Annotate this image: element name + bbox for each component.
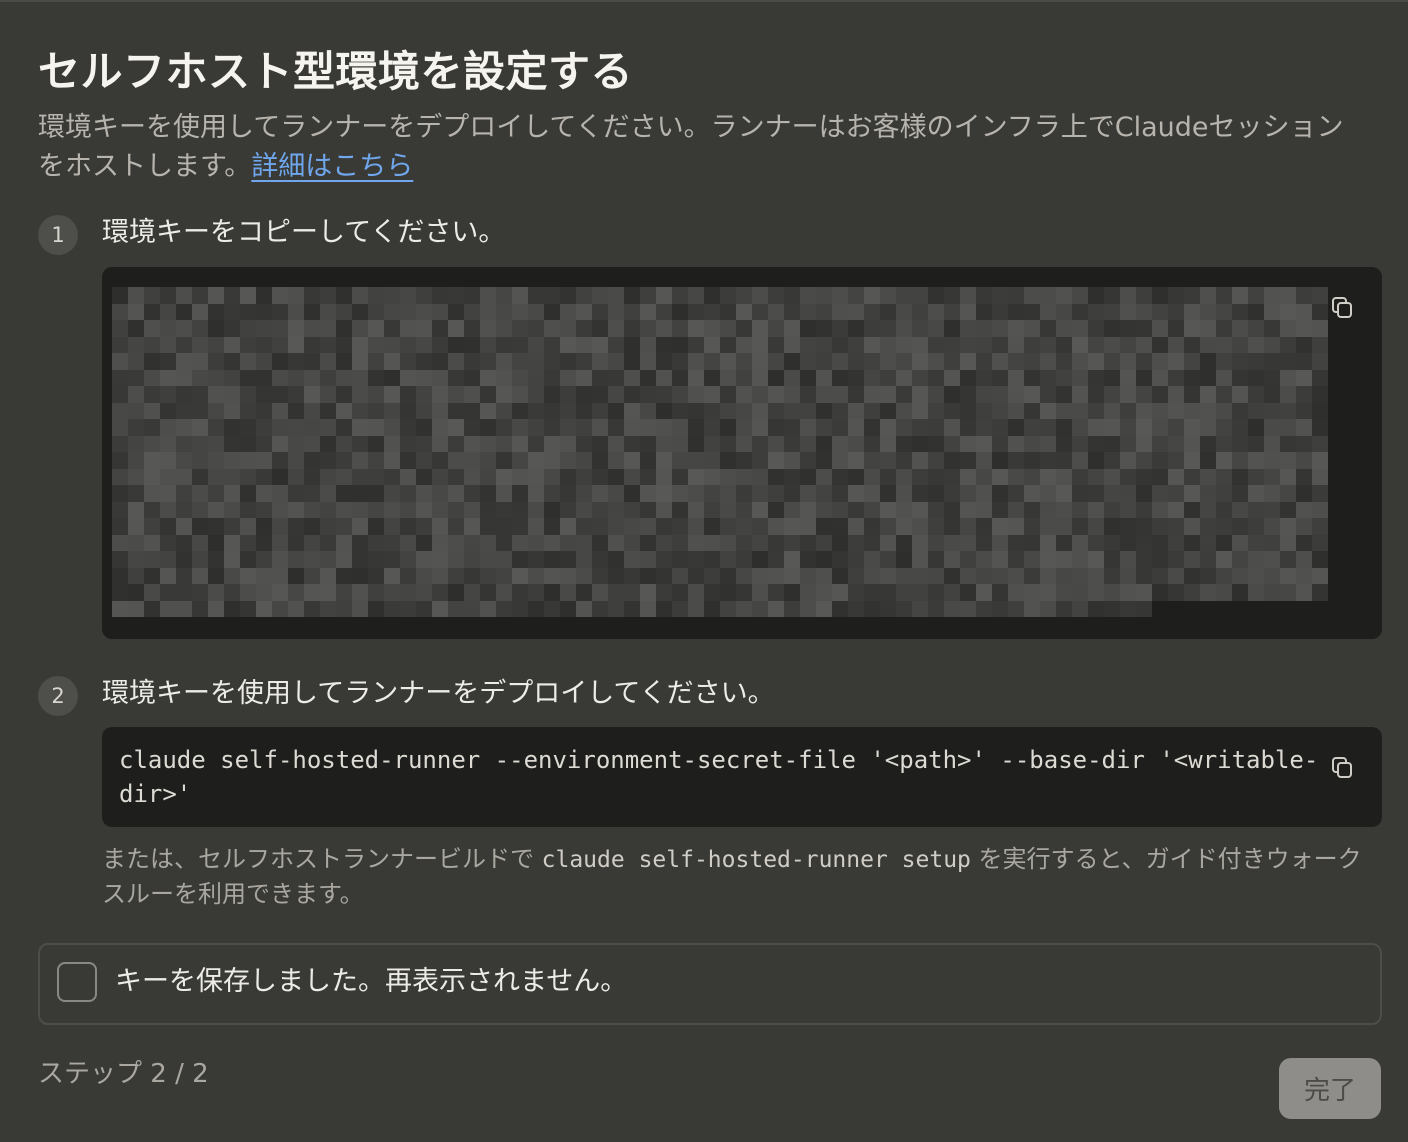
runner-command: claude self-hosted-runner --environment-… (119, 746, 1319, 808)
key-saved-label: キーを保存しました。再表示されません。 (115, 966, 628, 997)
environment-key-redacted (112, 287, 1328, 617)
description-text: 環境キーを使用してランナーをデプロイしてください。ランナーはお客様のインフラ上で… (38, 112, 1344, 182)
setup-dialog: セルフホスト型環境を設定する 環境キーを使用してランナーをデプロイしてください。… (0, 0, 1408, 1142)
learn-more-link[interactable]: 詳細はこちら (251, 151, 413, 182)
environment-key-box (102, 267, 1382, 639)
step-counter: ステップ 2 / 2 (38, 1059, 209, 1089)
key-saved-checkbox[interactable] (57, 962, 97, 1002)
copy-key-icon[interactable] (1330, 295, 1356, 321)
done-button[interactable]: 完了 (1279, 1058, 1381, 1119)
step-number-2: 2 (38, 676, 78, 716)
dialog-title: セルフホスト型環境を設定する (38, 47, 634, 96)
copy-command-icon[interactable] (1330, 755, 1356, 781)
command-box: claude self-hosted-runner --environment-… (102, 727, 1382, 827)
step-label-1: 環境キーをコピーしてください。 (102, 217, 506, 248)
dialog-description: 環境キーを使用してランナーをデプロイしてください。ランナーはお客様のインフラ上で… (38, 108, 1368, 186)
setup-command: claude self-hosted-runner setup (541, 847, 971, 873)
step-number-1: 1 (38, 215, 78, 255)
alternative-setup-note: または、セルフホストランナービルドで claude self-hosted-ru… (102, 842, 1382, 911)
step-label-2: 環境キーを使用してランナーをデプロイしてください。 (102, 678, 775, 709)
key-saved-confirmation[interactable]: キーを保存しました。再表示されません。 (38, 943, 1382, 1025)
alt-note-prefix: または、セルフホストランナービルドで (102, 845, 534, 873)
